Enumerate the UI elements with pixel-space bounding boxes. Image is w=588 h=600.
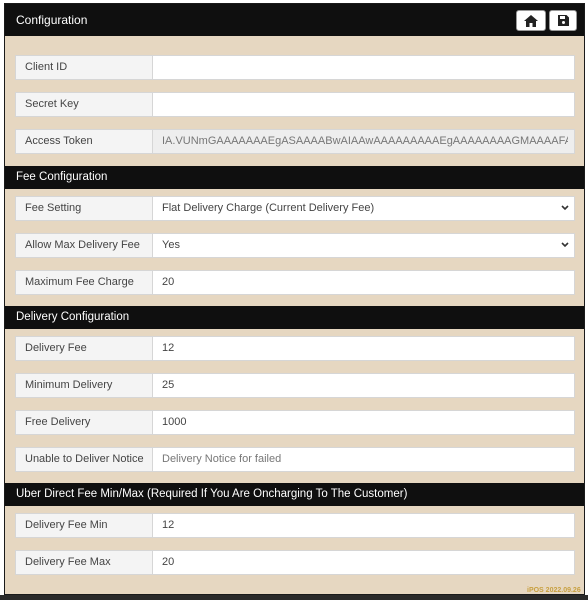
delivery-fee-min-label: Delivery Fee Min [16, 514, 153, 537]
delivery-configuration-header: Delivery Configuration [5, 306, 584, 329]
maximum-fee-charge-row: Maximum Fee Charge 20 [15, 270, 575, 295]
chevron-down-icon[interactable] [560, 201, 570, 215]
secret-key-label: Secret Key [16, 93, 153, 116]
fee-setting-select[interactable]: Flat Delivery Charge (Current Delivery F… [162, 197, 556, 220]
access-token-row: Access Token IA.VUNmGAAAAAAAEgASAAAABwAI… [15, 129, 575, 154]
home-icon [524, 14, 538, 27]
client-id-row: Client ID [15, 55, 575, 80]
allow-max-delivery-fee-row: Allow Max Delivery Fee Yes [15, 233, 575, 258]
delivery-fee-max-row: Delivery Fee Max 20 [15, 550, 575, 575]
configuration-panel: Configuration Client ID Secret Key Acces… [4, 3, 585, 595]
fee-configuration-header: Fee Configuration [5, 166, 584, 189]
allow-max-delivery-fee-select[interactable]: Yes [162, 234, 556, 257]
client-id-label: Client ID [16, 56, 153, 79]
fee-setting-row: Fee Setting Flat Delivery Charge (Curren… [15, 196, 575, 221]
save-button[interactable] [549, 10, 577, 31]
delivery-fee-min-input[interactable]: 12 [162, 514, 556, 537]
version-label: iPOS 2022.09.26 [527, 587, 581, 594]
unable-to-deliver-notice-label: Unable to Deliver Notice [16, 448, 153, 471]
panel-header: Configuration [5, 4, 584, 36]
delivery-fee-max-input[interactable]: 20 [162, 551, 556, 574]
free-delivery-row: Free Delivery 1000 [15, 410, 575, 435]
section-title: Fee Configuration [16, 171, 108, 183]
save-icon [557, 15, 569, 26]
minimum-delivery-input[interactable]: 25 [162, 374, 556, 397]
maximum-fee-charge-label: Maximum Fee Charge [16, 271, 153, 294]
free-delivery-input[interactable]: 1000 [162, 411, 556, 434]
taskbar-strip [0, 595, 588, 600]
minimum-delivery-row: Minimum Delivery 25 [15, 373, 575, 398]
allow-max-delivery-fee-label: Allow Max Delivery Fee [16, 234, 153, 257]
minimum-delivery-label: Minimum Delivery [16, 374, 153, 397]
uber-direct-header: Uber Direct Fee Min/Max (Required If You… [5, 483, 584, 506]
unable-to-deliver-notice-row: Unable to Deliver Notice Delivery Notice… [15, 447, 575, 472]
client-id-input[interactable] [162, 56, 556, 79]
secret-key-input[interactable] [162, 93, 556, 116]
free-delivery-label: Free Delivery [16, 411, 153, 434]
delivery-fee-min-row: Delivery Fee Min 12 [15, 513, 575, 538]
secret-key-row: Secret Key [15, 92, 575, 117]
delivery-fee-max-label: Delivery Fee Max [16, 551, 153, 574]
section-title: Uber Direct Fee Min/Max (Required If You… [16, 488, 408, 500]
delivery-fee-label: Delivery Fee [16, 337, 153, 360]
unable-to-deliver-notice-input[interactable]: Delivery Notice for failed [162, 448, 556, 471]
section-title: Delivery Configuration [16, 311, 130, 323]
access-token-input[interactable]: IA.VUNmGAAAAAAAEgASAAAABwAIAAwAAAAAAAAAE… [162, 130, 568, 153]
home-button[interactable] [516, 10, 546, 31]
maximum-fee-charge-input[interactable]: 20 [162, 271, 556, 294]
fee-setting-label: Fee Setting [16, 197, 153, 220]
chevron-down-icon[interactable] [560, 238, 570, 252]
delivery-fee-input[interactable]: 12 [162, 337, 556, 360]
delivery-fee-row: Delivery Fee 12 [15, 336, 575, 361]
page-title: Configuration [16, 13, 88, 27]
access-token-label: Access Token [16, 130, 153, 153]
